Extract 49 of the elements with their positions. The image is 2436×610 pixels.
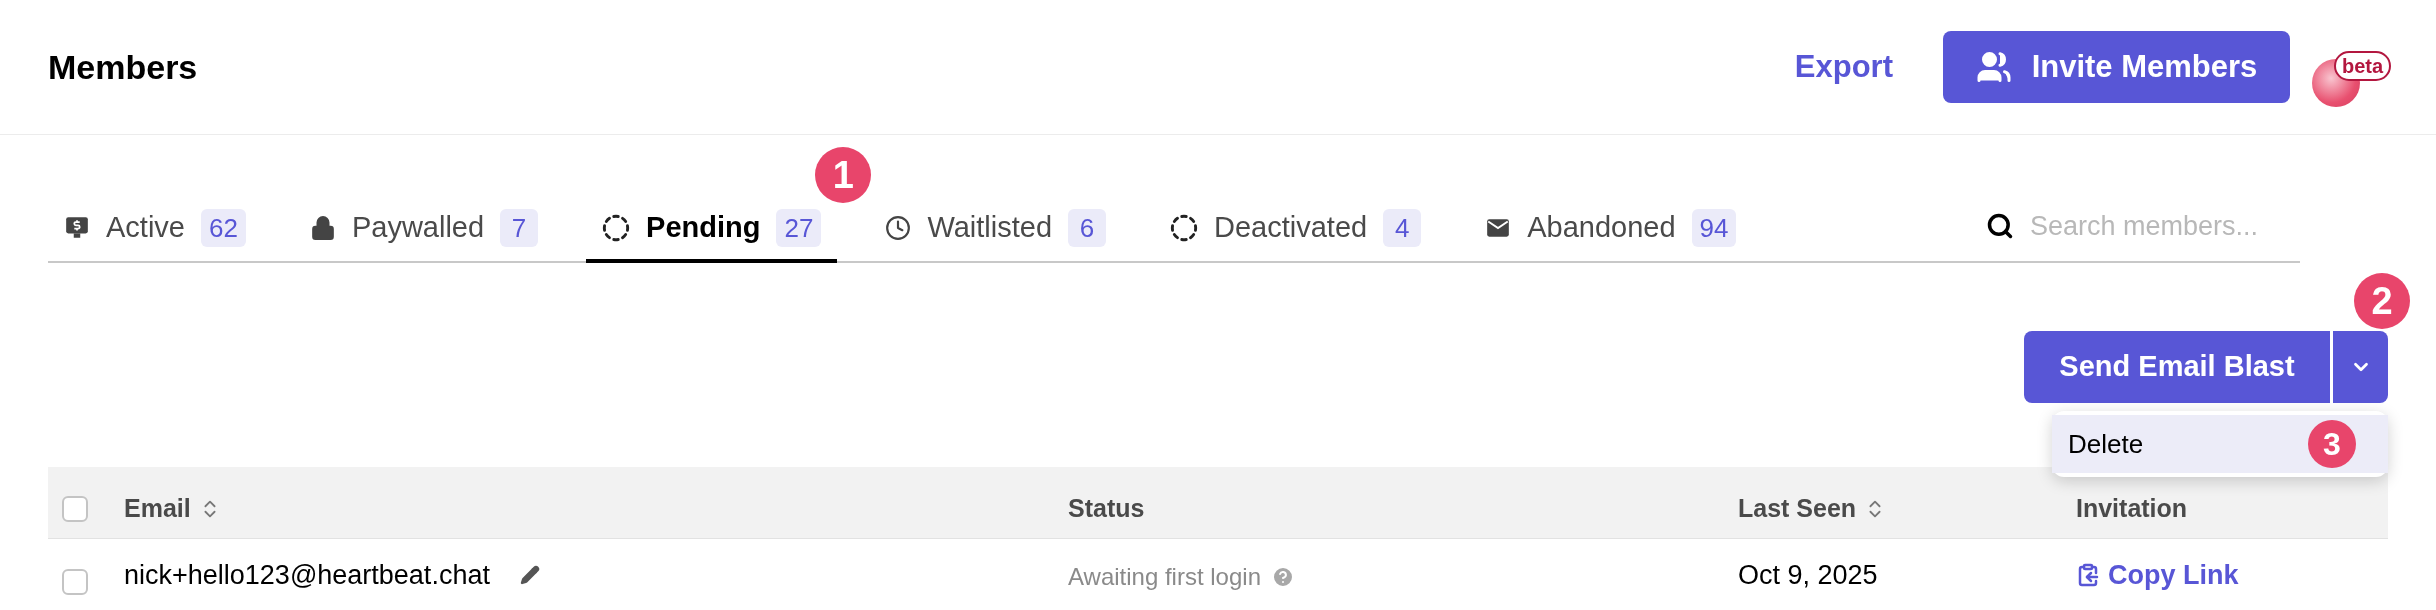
tab[interactable]: Waitlisted 6 <box>869 205 1123 263</box>
annotation-marker: 1 <box>815 147 872 203</box>
tab[interactable]: Deactivated 4 <box>1154 205 1438 263</box>
tab-label: Active <box>106 210 185 246</box>
column-header[interactable]: Last Seen <box>1738 489 1887 528</box>
beta-badge: beta <box>2334 51 2392 81</box>
clock-icon <box>885 215 912 241</box>
dashed-circle-icon <box>602 214 631 242</box>
last-seen-cell-text: Oct 9, 2025 <box>1738 558 1879 592</box>
annotation-marker: 2 <box>2354 273 2410 329</box>
dropdown-toggle[interactable] <box>2333 331 2388 403</box>
help-icon[interactable] <box>1271 565 1295 589</box>
count-badge: 94 <box>1691 209 1737 247</box>
annotation-marker: 3 <box>2308 420 2356 468</box>
tab-label: Deactivated <box>1214 210 1368 246</box>
clipboard-icon <box>2076 562 2100 587</box>
page-title: Members <box>48 46 198 88</box>
tab[interactable]: Active 62 <box>48 205 262 263</box>
status-cell-text: Awaiting first login <box>1068 562 1261 592</box>
column-header[interactable]: Email <box>124 489 221 528</box>
copy-link[interactable]: Copy Link <box>2076 554 2388 595</box>
tab[interactable]: Pending 27 <box>586 205 838 263</box>
count-badge: 7 <box>500 209 539 247</box>
tab[interactable]: Abandoned 94 <box>1469 205 1753 263</box>
export-link[interactable]: Export <box>1794 43 1893 91</box>
search-icon <box>1986 212 2014 240</box>
count-badge: 62 <box>201 209 246 247</box>
tab-label: Pending <box>646 210 761 246</box>
checkbox[interactable] <box>62 495 88 522</box>
column-header[interactable]: Status <box>1068 489 1145 528</box>
search-field[interactable]: Search members... <box>2030 205 2290 247</box>
count-badge: 27 <box>776 209 822 247</box>
count-badge: 4 <box>1383 209 1422 247</box>
tab[interactable]: Paywalled 7 <box>293 205 555 263</box>
tab-label: Waitlisted <box>927 210 1053 246</box>
menu-item[interactable]: Delete 3 <box>2052 415 2388 473</box>
invite-members-button[interactable]: Invite Members <box>1943 31 2290 103</box>
dollar-monitor-icon <box>64 215 90 241</box>
column-header[interactable]: Invitation <box>2076 489 2188 528</box>
count-badge: 6 <box>1068 209 1107 247</box>
tab-label: Paywalled <box>351 210 485 246</box>
dashed-circle-icon <box>1170 214 1199 242</box>
tab-label: Abandoned <box>1527 210 1676 246</box>
pencil-icon[interactable] <box>519 564 540 585</box>
send-email-blast-button[interactable]: Send Email Blast <box>2024 331 2330 403</box>
people-icon <box>1975 49 2012 85</box>
lock-icon <box>309 215 336 241</box>
email-cell-text: nick+hello123@heartbeat.chat <box>124 558 490 592</box>
checkbox[interactable] <box>62 569 88 595</box>
